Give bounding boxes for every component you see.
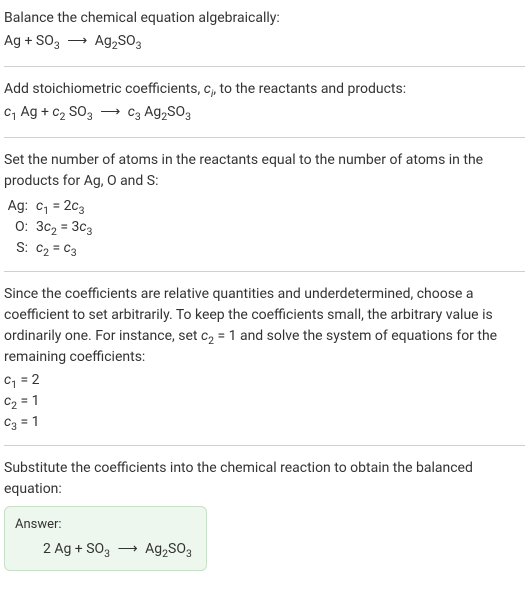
section-coefficients: Add stoichiometric coefficients, ci, to … (4, 79, 525, 138)
section-solve: Since the coefficients are relative quan… (4, 284, 525, 446)
atom-row-ag: Ag: c1 = 2c3 (4, 196, 525, 217)
coeff-c3: c3 = 1 (4, 412, 525, 433)
section-problem: Balance the chemical equation algebraica… (4, 8, 525, 67)
coefficient-values: c1 = 2 c2 = 1 c3 = 1 (4, 370, 525, 433)
unbalanced-equation: Ag + SO3 ⟶ Ag2SO3 (4, 31, 525, 52)
coeff-c1: c1 = 2 (4, 370, 525, 391)
arrow-icon: ⟶ (96, 102, 124, 123)
coefficients-instruction: Add stoichiometric coefficients, ci, to … (4, 79, 525, 100)
atom-row-s: S: c2 = c3 (4, 238, 525, 259)
arrow-icon: ⟶ (63, 31, 91, 52)
substitute-instruction: Substitute the coefficients into the che… (4, 458, 525, 500)
section-answer: Substitute the coefficients into the che… (4, 458, 525, 583)
section-atoms: Set the number of atoms in the reactants… (4, 150, 525, 272)
answer-label: Answer: (15, 515, 192, 535)
atom-row-o: O: 3c2 = 3c3 (4, 217, 525, 238)
problem-statement: Balance the chemical equation algebraica… (4, 8, 525, 29)
answer-box: Answer: 2 Ag + SO3 ⟶ Ag2SO3 (4, 506, 207, 571)
arrow-icon: ⟶ (114, 539, 142, 560)
solve-instruction: Since the coefficients are relative quan… (4, 284, 525, 368)
atom-equations: Ag: c1 = 2c3 O: 3c2 = 3c3 S: c2 = c3 (4, 196, 525, 259)
coefficient-equation: c1 Ag + c2 SO3 ⟶ c3 Ag2SO3 (4, 102, 525, 123)
lhs: Ag + SO3 (4, 33, 60, 49)
coeff-c2: c2 = 1 (4, 391, 525, 412)
rhs: Ag2SO3 (95, 33, 142, 49)
balanced-equation: 2 Ag + SO3 ⟶ Ag2SO3 (15, 539, 192, 560)
atoms-instruction: Set the number of atoms in the reactants… (4, 150, 525, 192)
